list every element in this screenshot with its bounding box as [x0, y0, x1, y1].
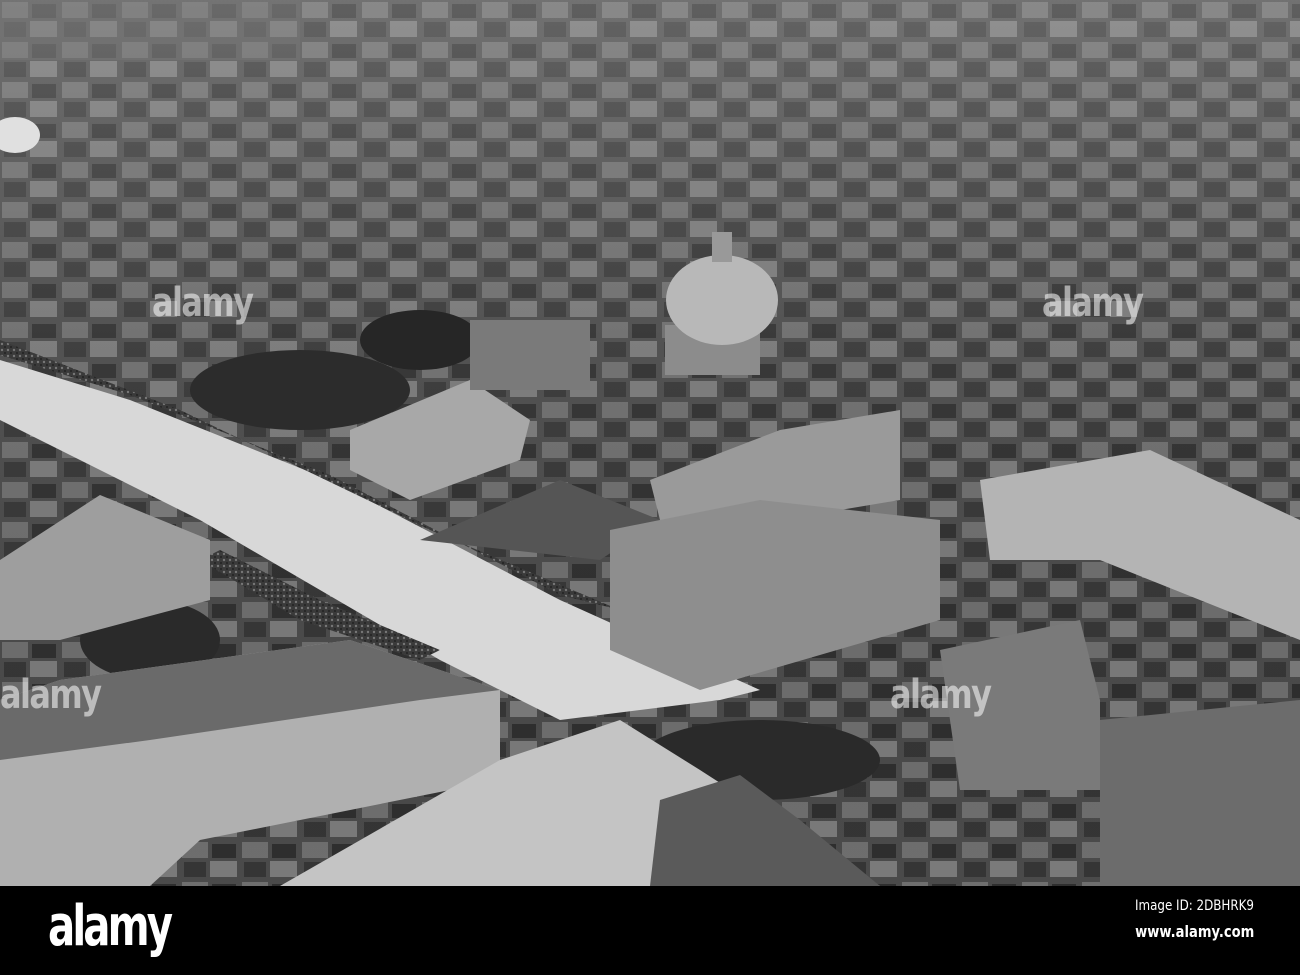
website-link: www.alamy.com	[1134, 922, 1254, 941]
aerial-photograph	[0, 0, 1300, 886]
watermark-logo: alamy	[0, 672, 102, 718]
watermark-logo: alamy	[890, 672, 992, 718]
image-id: Image ID: 2DBHRK9	[1134, 898, 1254, 914]
footer-bar: alamy Image ID: 2DBHRK9 www.alamy.com	[0, 886, 1300, 975]
watermark-logo: alamy	[152, 280, 254, 326]
watermark-logo: alamy	[1042, 280, 1144, 326]
alamy-logo: alamy	[48, 894, 173, 959]
church-dome	[666, 255, 778, 345]
